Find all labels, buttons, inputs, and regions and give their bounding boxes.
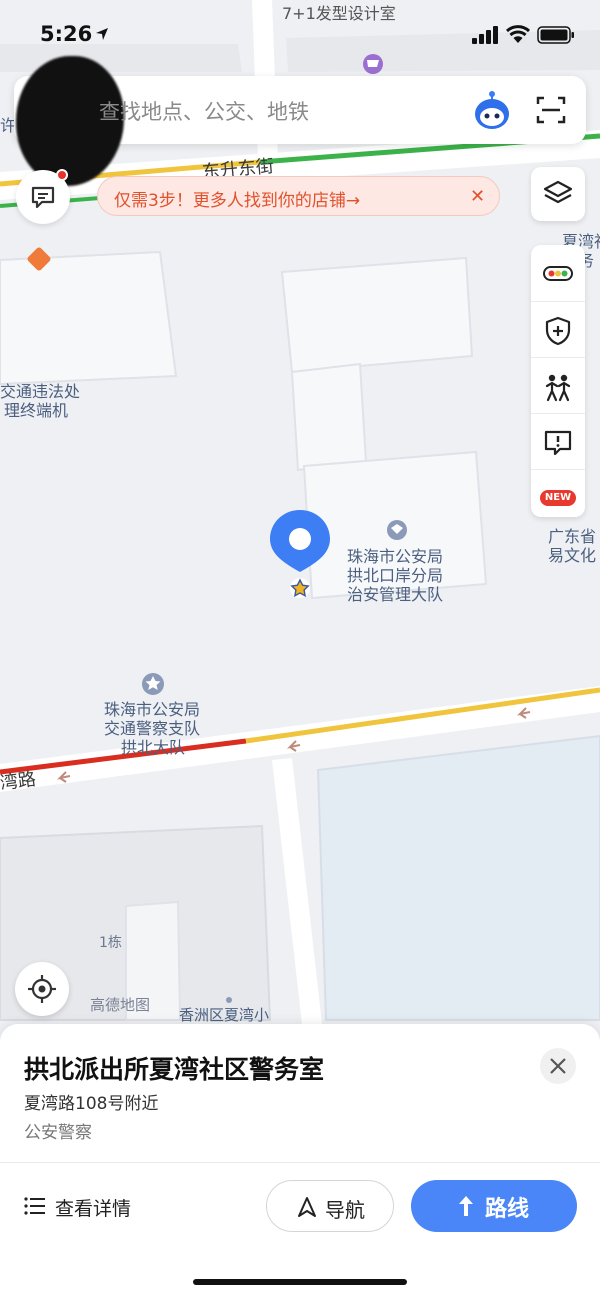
place-address: 夏湾路108号附近 (24, 1094, 159, 1114)
place-name: 拱北派出所夏湾社区警务室 (24, 1055, 325, 1084)
map-tools-panel: NEW (531, 245, 585, 517)
place-category: 公安警察 (24, 1123, 92, 1143)
map-label-police-line3[interactable]: 治安管理大队 (347, 585, 443, 604)
map-label-police-line1[interactable]: 珠海市公安局 (347, 547, 443, 566)
search-bar[interactable]: 查找地点、公交、地铁 (14, 56, 586, 186)
wifi-icon (505, 25, 531, 43)
report-feedback-icon (544, 430, 572, 456)
sheet-divider (0, 1162, 600, 1163)
search-input[interactable]: 查找地点、公交、地铁 (99, 96, 309, 126)
map-label-culture-line2[interactable]: 易文化 (548, 546, 596, 565)
chat-bubble-icon (31, 186, 55, 209)
selected-location-pin-icon[interactable] (268, 508, 332, 604)
battery-icon (537, 26, 574, 44)
notification-dot (56, 169, 68, 181)
up-arrow-icon (459, 1196, 473, 1216)
location-arrow-icon (96, 28, 108, 40)
layers-button[interactable] (531, 167, 585, 221)
map-label-traffic-police-line2[interactable]: 交通警察支队 (104, 719, 200, 738)
crosshair-locate-icon (28, 975, 56, 1003)
map-watermark: 高德地图 (90, 996, 151, 1014)
status-time: 5:26 (40, 22, 93, 46)
promo-close-button[interactable]: ✕ (470, 186, 485, 207)
people-icon (545, 374, 571, 402)
navigate-label: 导航 (325, 1198, 365, 1222)
navigate-button[interactable]: 导航 (266, 1180, 394, 1232)
voice-assistant-icon[interactable] (472, 88, 512, 130)
street-label-xiawan: 湾路 (0, 768, 38, 795)
navigation-arrow-icon (298, 1197, 316, 1217)
safety-button[interactable] (531, 301, 585, 357)
map-label-traffic-office-line2[interactable]: 理终端机 (4, 401, 68, 420)
scan-icon[interactable] (536, 95, 566, 125)
shield-icon (545, 316, 571, 346)
traffic-light-icon (543, 266, 573, 281)
map-label-traffic-police-line1[interactable]: 珠海市公安局 (104, 700, 200, 719)
map-label-police-line2[interactable]: 拱北口岸分局 (347, 566, 443, 585)
map-label-school[interactable]: 香洲区夏湾小 (179, 1006, 269, 1025)
sheet-close-button[interactable] (540, 1048, 576, 1084)
route-button[interactable]: 路线 (411, 1180, 577, 1232)
home-indicator[interactable] (193, 1279, 407, 1285)
promo-text[interactable]: 仅需3步！更多人找到你的店铺→ (114, 186, 360, 211)
new-badge: NEW (540, 490, 576, 506)
new-feature-button[interactable]: NEW (531, 469, 585, 525)
map-label-traffic-office-line1[interactable]: 交通违法处 (0, 382, 80, 401)
place-detail-sheet[interactable]: 拱北派出所夏湾社区警务室 夏湾路108号附近 公安警察 查看详情 导航 路线 (0, 1024, 600, 1299)
close-icon (550, 1058, 566, 1074)
route-label: 路线 (485, 1197, 530, 1222)
locate-me-button[interactable] (15, 962, 69, 1016)
report-button[interactable] (531, 413, 585, 469)
view-details-label: 查看详情 (55, 1198, 132, 1220)
map-label-traffic-police-line3[interactable]: 拱北大队 (121, 738, 185, 757)
traffic-toggle[interactable] (531, 245, 585, 301)
promo-banner[interactable]: 仅需3步！更多人找到你的店铺→ ✕ (97, 176, 500, 216)
map-label-building: 1栋 (99, 935, 122, 951)
share-location-button[interactable] (531, 357, 585, 413)
map-label-culture-line1[interactable]: 广东省 (548, 527, 596, 546)
layers-icon (543, 180, 573, 204)
cellular-signal-icon (472, 26, 498, 44)
list-icon (24, 1197, 45, 1215)
